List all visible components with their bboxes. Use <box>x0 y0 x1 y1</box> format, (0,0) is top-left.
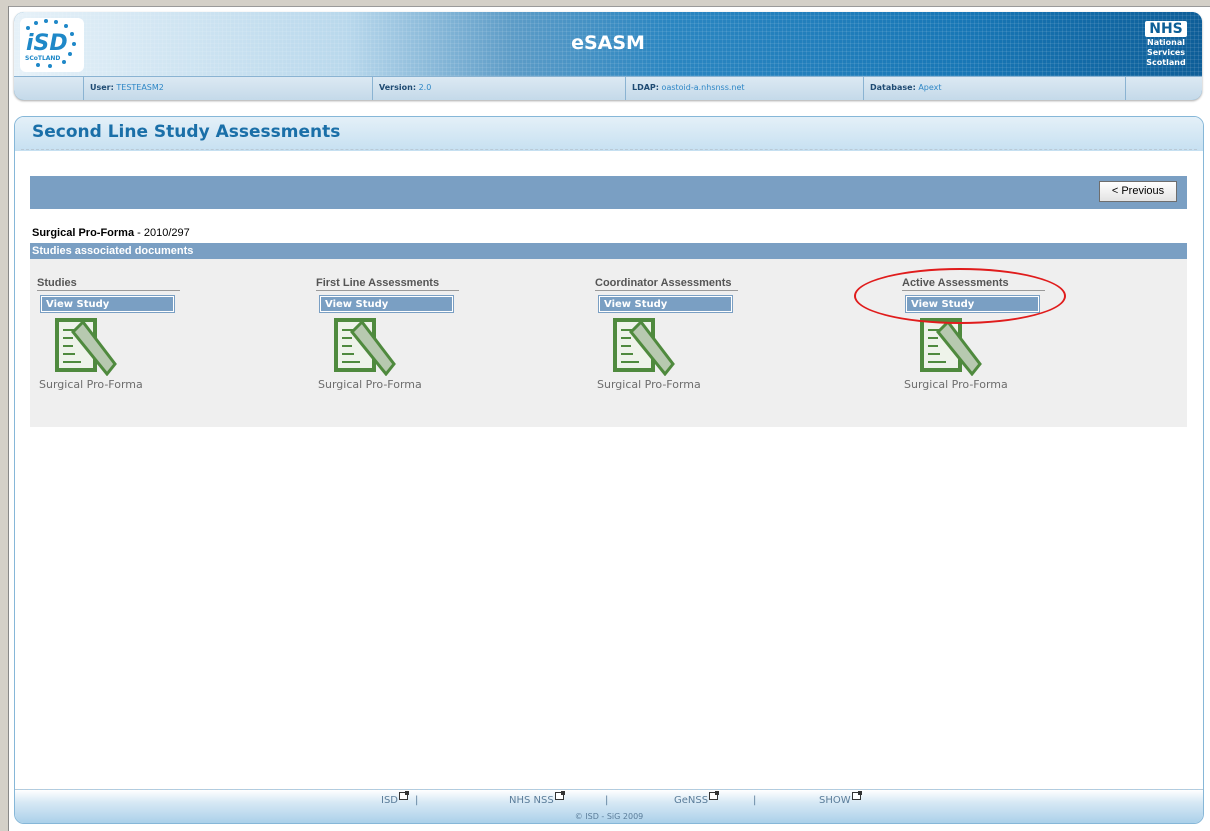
document-caption[interactable]: Surgical Pro-Forma <box>39 378 267 391</box>
footer-link-label: NHS NSS <box>509 795 554 806</box>
footer-link-nhs-nss[interactable]: NHS NSS <box>509 791 565 806</box>
panel-header: Second Line Study Assessments <box>15 117 1203 151</box>
nhs-logo-box: NHS <box>1145 21 1187 37</box>
header-divider <box>21 149 1197 150</box>
column-coordinator-assessments: Coordinator Assessments View Study Surgi… <box>595 277 825 391</box>
column-title: Studies <box>37 277 180 291</box>
footer-link-show[interactable]: SHOW <box>819 791 862 806</box>
footer-link-label: SHOW <box>819 795 851 806</box>
info-spacer <box>14 77 84 100</box>
view-study-button[interactable]: View Study <box>905 295 1040 313</box>
footer-link-isd[interactable]: ISD <box>381 791 409 806</box>
document-heading: Surgical Pro-Forma - 2010/297 <box>32 227 190 239</box>
previous-button[interactable]: < Previous <box>1099 181 1177 202</box>
copyright-text: © ISD - SiG 2009 <box>574 812 644 821</box>
documents-area: Studies View Study Surgical Pro-Forma Fi… <box>30 259 1187 427</box>
nhs-logo-line3: Scotland <box>1146 58 1186 67</box>
isd-logo-subtext: SCoTLAND <box>25 55 60 62</box>
nhs-logo: NHS National Services Scotland <box>1136 18 1196 67</box>
user-value: TESTEASM2 <box>116 83 164 92</box>
window-frame-top <box>0 0 1210 7</box>
user-label: User: <box>90 83 114 92</box>
document-edit-icon[interactable] <box>611 316 675 376</box>
footer-separator: | <box>415 795 419 806</box>
view-study-button[interactable]: View Study <box>40 295 175 313</box>
footer-link-genss[interactable]: GeNSS <box>674 791 720 806</box>
app-header: iSD SCoTLAND eSASM NHS National Services… <box>14 12 1202 100</box>
external-link-icon <box>851 791 862 800</box>
database-info: Database: Apext <box>864 77 1126 100</box>
footer: ISD | NHS NSS | GeNSS | SHOW © ISD - SiG… <box>15 789 1203 823</box>
document-edit-icon[interactable] <box>332 316 396 376</box>
document-edit-icon[interactable] <box>53 316 117 376</box>
document-caption[interactable]: Surgical Pro-Forma <box>318 378 546 391</box>
document-edit-icon[interactable] <box>918 316 982 376</box>
footer-link-label: ISD <box>381 795 398 806</box>
footer-separator: | <box>605 795 609 806</box>
main-panel: Second Line Study Assessments < Previous… <box>14 116 1204 824</box>
app-title: eSASM <box>571 32 645 54</box>
ldap-value: oastoid-a.nhsnss.net <box>661 83 745 92</box>
version-label: Version: <box>379 83 417 92</box>
view-study-button[interactable]: View Study <box>319 295 454 313</box>
toolbar: < Previous <box>30 176 1187 209</box>
section-header: Studies associated documents <box>30 243 1187 259</box>
column-first-line-assessments: First Line Assessments View Study Surgic… <box>316 277 546 391</box>
external-link-icon <box>709 791 720 800</box>
view-study-button[interactable]: View Study <box>598 295 733 313</box>
external-link-icon <box>554 791 565 800</box>
column-title: First Line Assessments <box>316 277 459 291</box>
document-caption[interactable]: Surgical Pro-Forma <box>904 378 1132 391</box>
footer-link-label: GeNSS <box>674 795 709 806</box>
nhs-logo-line2: Services <box>1146 48 1186 57</box>
column-title: Active Assessments <box>902 277 1045 291</box>
ldap-label: LDAP: <box>632 83 659 92</box>
ldap-info: LDAP: oastoid-a.nhsnss.net <box>626 77 864 100</box>
column-studies: Studies View Study Surgical Pro-Forma <box>37 277 267 391</box>
document-name: Surgical Pro-Forma <box>32 227 135 239</box>
version-info: Version: 2.0 <box>373 77 626 100</box>
external-link-icon <box>399 791 409 800</box>
column-active-assessments: Active Assessments View Study Surgical P… <box>902 277 1132 391</box>
user-info: User: TESTEASM2 <box>84 77 373 100</box>
column-title: Coordinator Assessments <box>595 277 738 291</box>
window-frame-left <box>0 6 9 831</box>
nhs-logo-line1: National <box>1147 38 1185 47</box>
version-value: 2.0 <box>418 83 432 92</box>
document-caption[interactable]: Surgical Pro-Forma <box>597 378 825 391</box>
database-label: Database: <box>870 83 916 92</box>
footer-separator: | <box>753 795 757 806</box>
page-title: Second Line Study Assessments <box>32 122 341 142</box>
document-ref: - 2010/297 <box>134 227 190 239</box>
database-value: Apext <box>918 83 942 92</box>
session-info-bar: User: TESTEASM2 Version: 2.0 LDAP: oasto… <box>14 76 1202 100</box>
